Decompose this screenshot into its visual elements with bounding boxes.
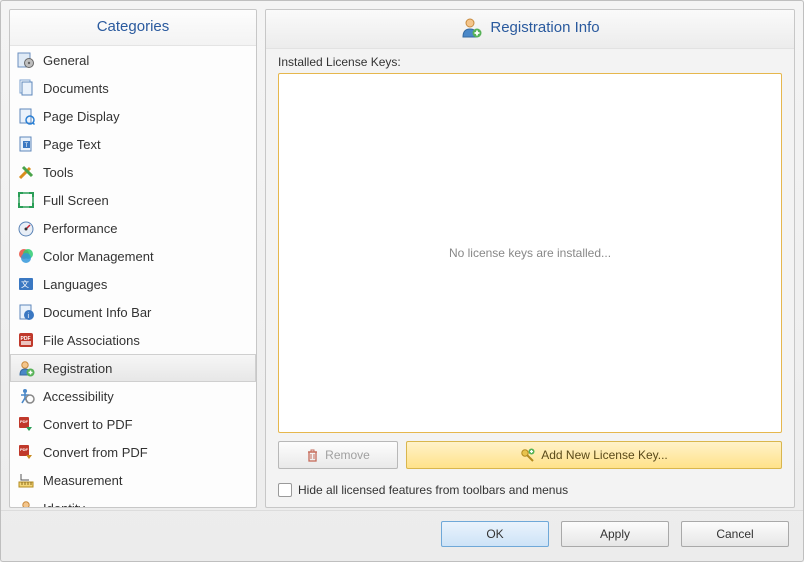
category-tools[interactable]: Tools	[10, 158, 256, 186]
apply-button-label: Apply	[600, 527, 630, 541]
license-keys-empty-text: No license keys are installed...	[449, 246, 611, 260]
category-label: General	[43, 53, 89, 68]
main-title: Registration Info	[266, 10, 794, 49]
convert-to-pdf-icon: PDF	[17, 415, 35, 433]
remove-button[interactable]: Remove	[278, 441, 398, 469]
accessibility-icon	[17, 387, 35, 405]
svg-text:PDF: PDF	[20, 447, 29, 452]
category-accessibility[interactable]: Accessibility	[10, 382, 256, 410]
main-body: Installed License Keys: No license keys …	[266, 49, 794, 507]
categories-panel: Categories General Documents	[9, 9, 257, 508]
category-label: Page Text	[43, 137, 101, 152]
ok-button-label: OK	[486, 527, 503, 541]
category-label: Document Info Bar	[43, 305, 151, 320]
key-add-icon	[520, 448, 535, 462]
ok-button[interactable]: OK	[441, 521, 549, 547]
category-label: File Associations	[43, 333, 140, 348]
category-performance[interactable]: Performance	[10, 214, 256, 242]
hide-licensed-row: Hide all licensed features from toolbars…	[278, 483, 782, 497]
languages-icon: 文	[17, 275, 35, 293]
general-icon	[17, 51, 35, 69]
license-keys-list[interactable]: No license keys are installed...	[278, 73, 782, 433]
identity-icon	[17, 499, 35, 507]
category-label: Identity	[43, 501, 85, 508]
categories-title: Categories	[10, 10, 256, 46]
category-label: Tools	[43, 165, 73, 180]
category-label: Color Management	[43, 249, 154, 264]
trash-icon	[306, 448, 319, 462]
category-page-display[interactable]: Page Display	[10, 102, 256, 130]
category-convert-from-pdf[interactable]: PDF Convert from PDF	[10, 438, 256, 466]
measurement-icon	[17, 471, 35, 489]
category-document-info-bar[interactable]: i Document Info Bar	[10, 298, 256, 326]
registration-info-icon	[460, 16, 482, 38]
category-label: Convert from PDF	[43, 445, 148, 460]
category-measurement[interactable]: Measurement	[10, 466, 256, 494]
tools-icon	[17, 163, 35, 181]
page-text-icon: T	[17, 135, 35, 153]
category-registration[interactable]: Registration	[10, 354, 256, 382]
remove-button-label: Remove	[325, 448, 370, 462]
category-file-associations[interactable]: PDF File Associations	[10, 326, 256, 354]
categories-list[interactable]: General Documents Page Display	[10, 46, 256, 507]
category-identity[interactable]: Identity	[10, 494, 256, 507]
category-label: Measurement	[43, 473, 122, 488]
svg-text:T: T	[25, 143, 29, 149]
preferences-dialog: Categories General Documents	[0, 0, 804, 562]
color-management-icon	[17, 247, 35, 265]
apply-button[interactable]: Apply	[561, 521, 669, 547]
performance-icon	[17, 219, 35, 237]
license-buttons-row: Remove Add New License Key...	[278, 441, 782, 469]
category-general[interactable]: General	[10, 46, 256, 74]
category-label: Full Screen	[43, 193, 109, 208]
category-label: Performance	[43, 221, 117, 236]
add-license-key-label: Add New License Key...	[541, 448, 668, 462]
hide-licensed-checkbox[interactable]	[278, 483, 292, 497]
installed-keys-label: Installed License Keys:	[278, 55, 782, 69]
registration-icon	[17, 359, 35, 377]
main-title-text: Registration Info	[490, 19, 599, 36]
category-label: Page Display	[43, 109, 120, 124]
category-label: Languages	[43, 277, 107, 292]
svg-text:文: 文	[21, 279, 29, 289]
hide-licensed-label: Hide all licensed features from toolbars…	[298, 483, 568, 497]
category-color-management[interactable]: Color Management	[10, 242, 256, 270]
dialog-buttons: OK Apply Cancel	[1, 510, 803, 561]
document-info-bar-icon: i	[17, 303, 35, 321]
category-convert-to-pdf[interactable]: PDF Convert to PDF	[10, 410, 256, 438]
main-panel: Registration Info Installed License Keys…	[265, 9, 795, 508]
categories-list-wrap: General Documents Page Display	[10, 46, 256, 507]
dialog-body: Categories General Documents	[1, 1, 803, 510]
documents-icon	[17, 79, 35, 97]
category-full-screen[interactable]: Full Screen	[10, 186, 256, 214]
convert-from-pdf-icon: PDF	[17, 443, 35, 461]
add-license-key-button[interactable]: Add New License Key...	[406, 441, 782, 469]
category-label: Convert to PDF	[43, 417, 133, 432]
category-label: Accessibility	[43, 389, 114, 404]
file-associations-icon: PDF	[17, 331, 35, 349]
category-page-text[interactable]: T Page Text	[10, 130, 256, 158]
category-label: Documents	[43, 81, 109, 96]
category-documents[interactable]: Documents	[10, 74, 256, 102]
category-label: Registration	[43, 361, 112, 376]
page-display-icon	[17, 107, 35, 125]
svg-text:PDF: PDF	[20, 419, 29, 424]
cancel-button-label: Cancel	[716, 527, 753, 541]
cancel-button[interactable]: Cancel	[681, 521, 789, 547]
category-languages[interactable]: 文 Languages	[10, 270, 256, 298]
full-screen-icon	[17, 191, 35, 209]
